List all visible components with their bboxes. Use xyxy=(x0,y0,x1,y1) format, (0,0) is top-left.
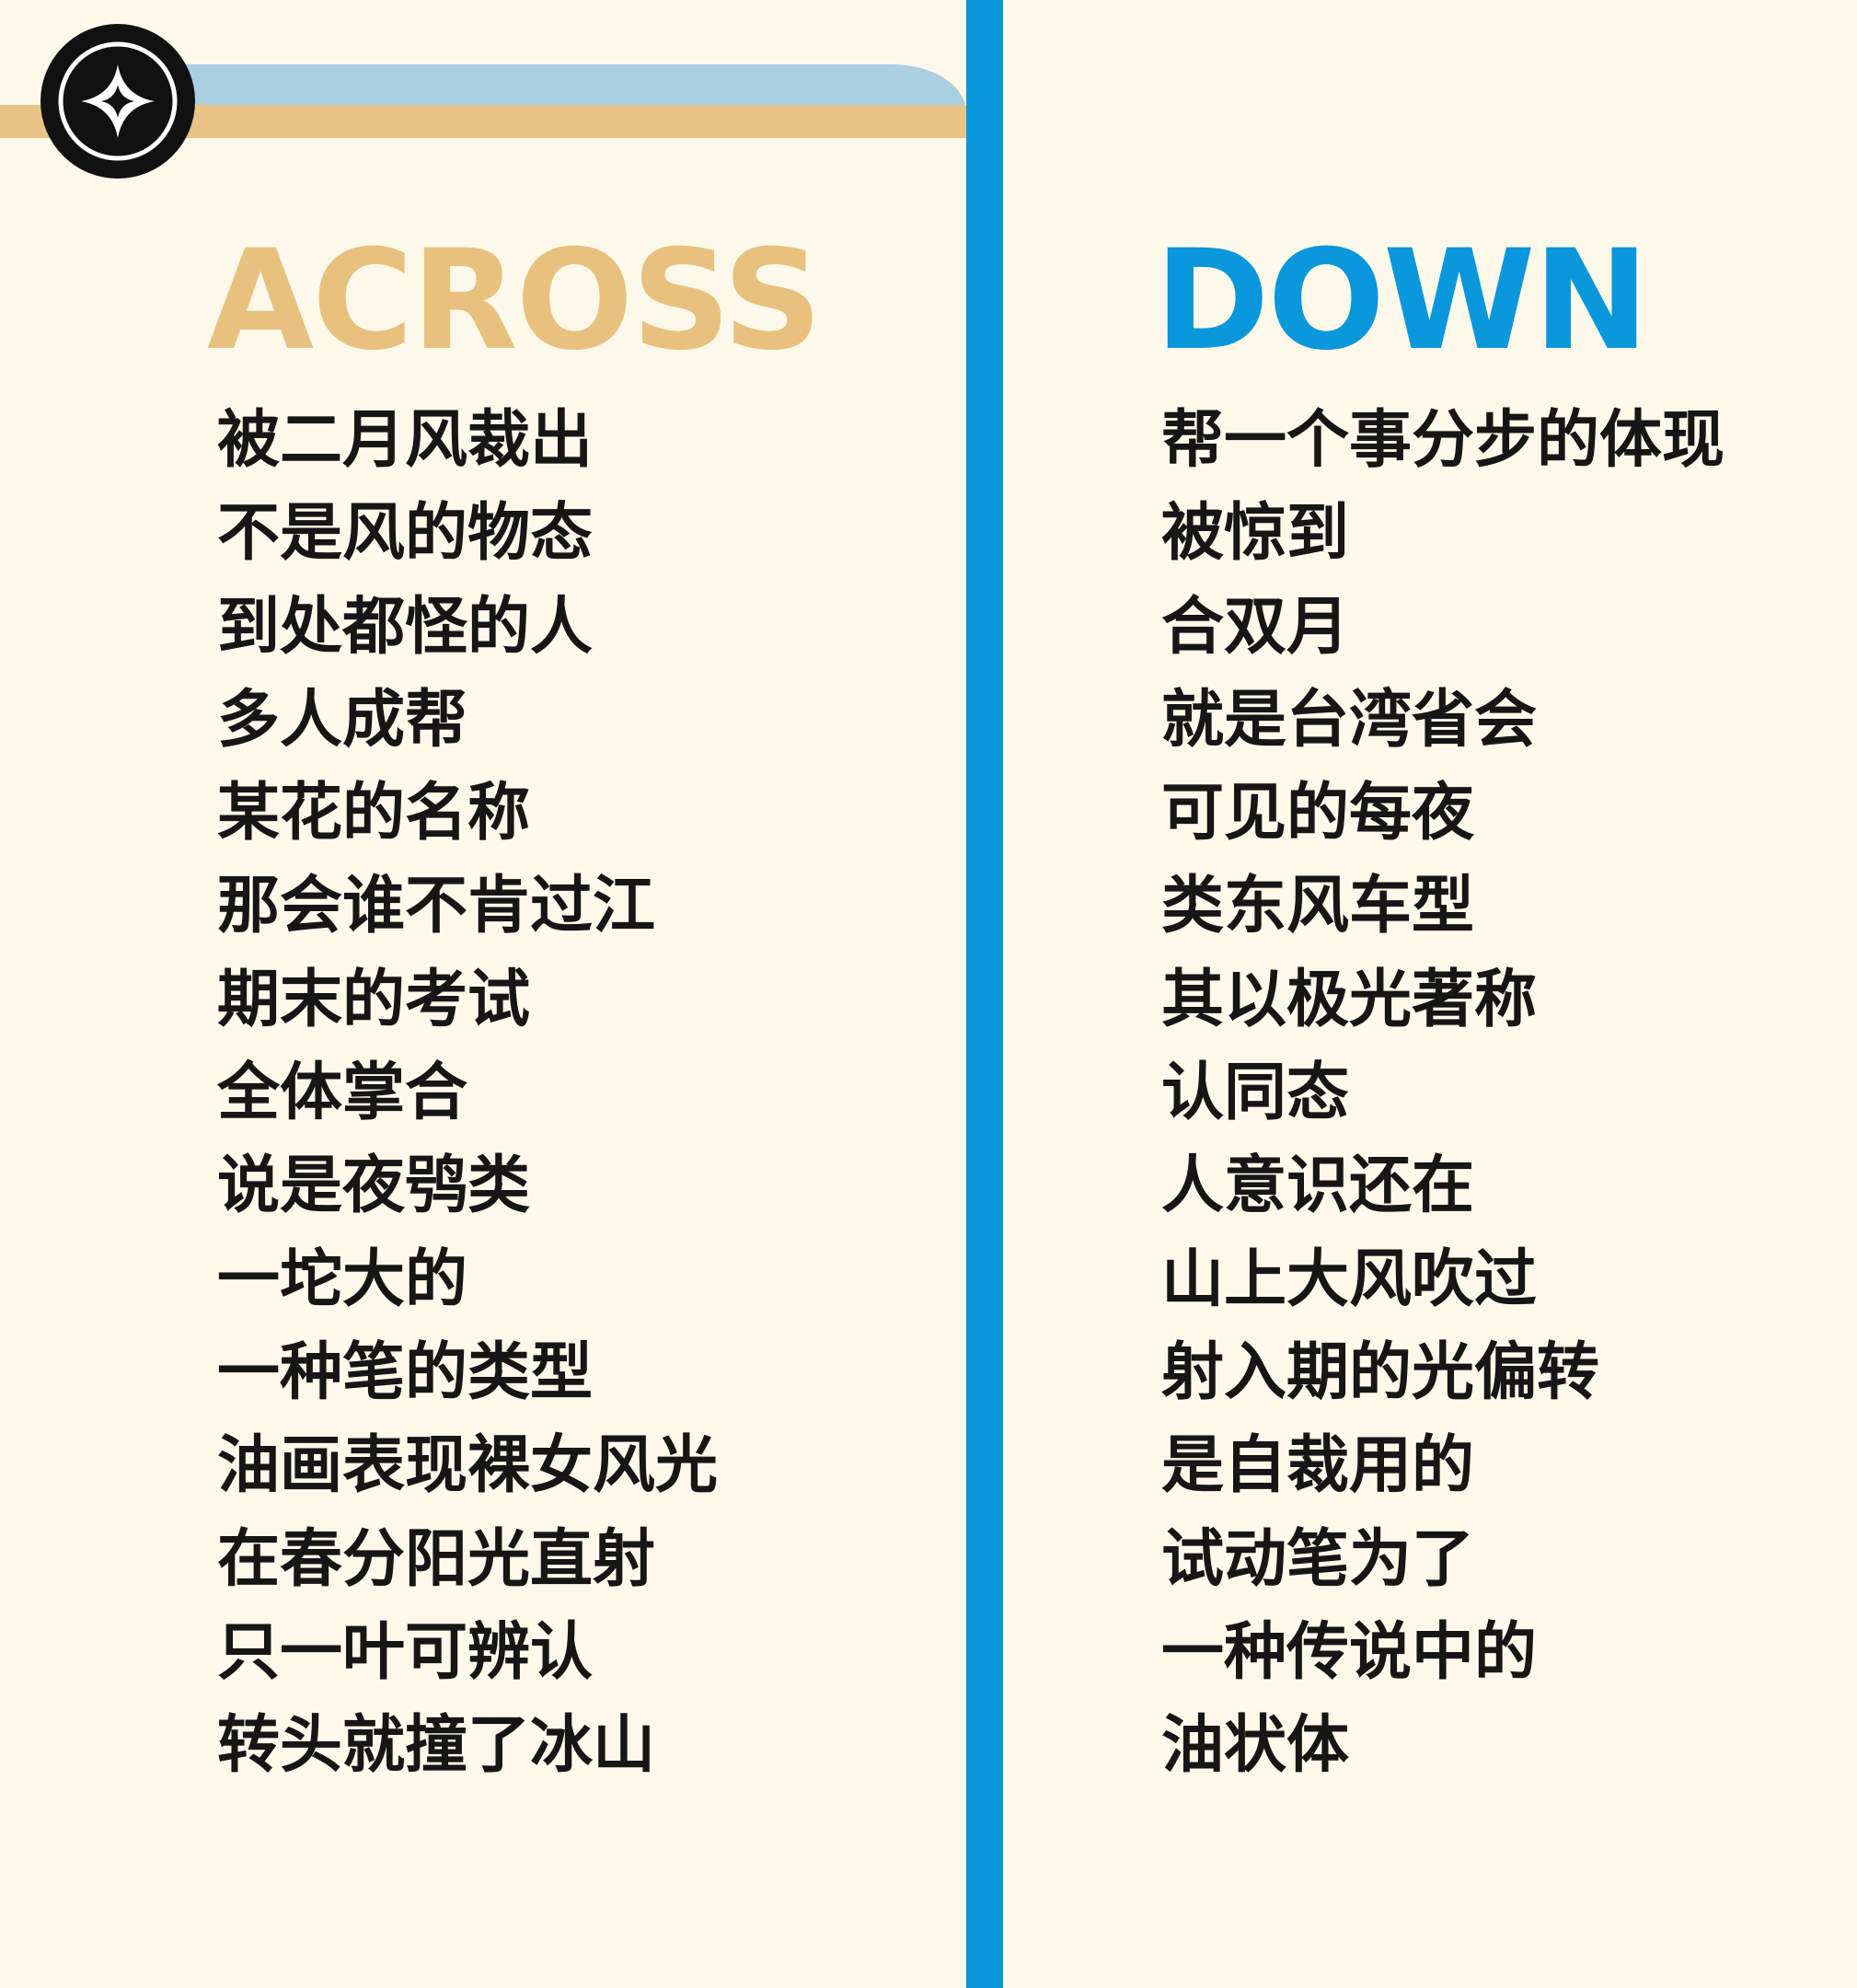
down-clue: 帮一个事分步的体现 xyxy=(1161,404,1725,477)
across-clue: 那会谁不肯过江 xyxy=(217,870,656,943)
down-clue: 射入期的光偏转 xyxy=(1161,1335,1600,1409)
down-clue: 被惊到 xyxy=(1161,497,1350,571)
down-clue: 其以极光著称 xyxy=(1161,963,1538,1036)
down-clue: 认同态 xyxy=(1161,1057,1350,1130)
across-clue: 在春分阳光直射 xyxy=(217,1522,656,1596)
down-clue: 一种传说中的 xyxy=(1161,1615,1538,1689)
across-clue: 到处都怪的人 xyxy=(217,590,594,664)
across-clue: 转头就撞了冰山 xyxy=(217,1709,656,1783)
across-clue: 某花的名称 xyxy=(217,777,531,850)
down-clue: 类东风车型 xyxy=(1161,870,1475,943)
across-clue: 说是夜鸮类 xyxy=(217,1150,531,1223)
compass-star-icon xyxy=(40,24,195,179)
across-clue-list: 被二月风裁出 不是风的物态 到处都怪的人 多人成帮 某花的名称 那会谁不肯过江 … xyxy=(217,394,718,1792)
down-heading: DOWN xyxy=(1155,221,1649,381)
across-clue: 油画表现裸女风光 xyxy=(217,1429,719,1503)
down-clue: 人意识还在 xyxy=(1161,1150,1475,1223)
down-clue: 是自裁用的 xyxy=(1161,1429,1475,1503)
down-clue: 试动笔为了 xyxy=(1161,1522,1475,1596)
down-clue: 可见的每夜 xyxy=(1161,777,1475,850)
across-clue: 不是风的物态 xyxy=(217,497,594,571)
across-heading: ACROSS xyxy=(207,221,823,381)
down-clue: 就是台湾省会 xyxy=(1161,683,1538,757)
column-divider xyxy=(966,0,1003,1988)
across-clue: 一种笔的类型 xyxy=(217,1335,594,1409)
down-clue: 油状体 xyxy=(1161,1709,1350,1783)
down-clue: 山上大风吹过 xyxy=(1161,1242,1538,1316)
across-clue: 期末的考试 xyxy=(217,963,531,1036)
across-clue: 只一叶可辨认 xyxy=(217,1615,594,1689)
down-clue-list: 帮一个事分步的体现 被惊到 合双月 就是台湾省会 可见的每夜 类东风车型 其以极… xyxy=(1161,394,1724,1792)
across-clue: 多人成帮 xyxy=(217,683,468,757)
across-clue: 被二月风裁出 xyxy=(217,404,594,477)
across-clue: 全体掌合 xyxy=(217,1057,468,1130)
down-clue: 合双月 xyxy=(1161,590,1350,664)
across-clue: 一坨大的 xyxy=(217,1242,468,1316)
